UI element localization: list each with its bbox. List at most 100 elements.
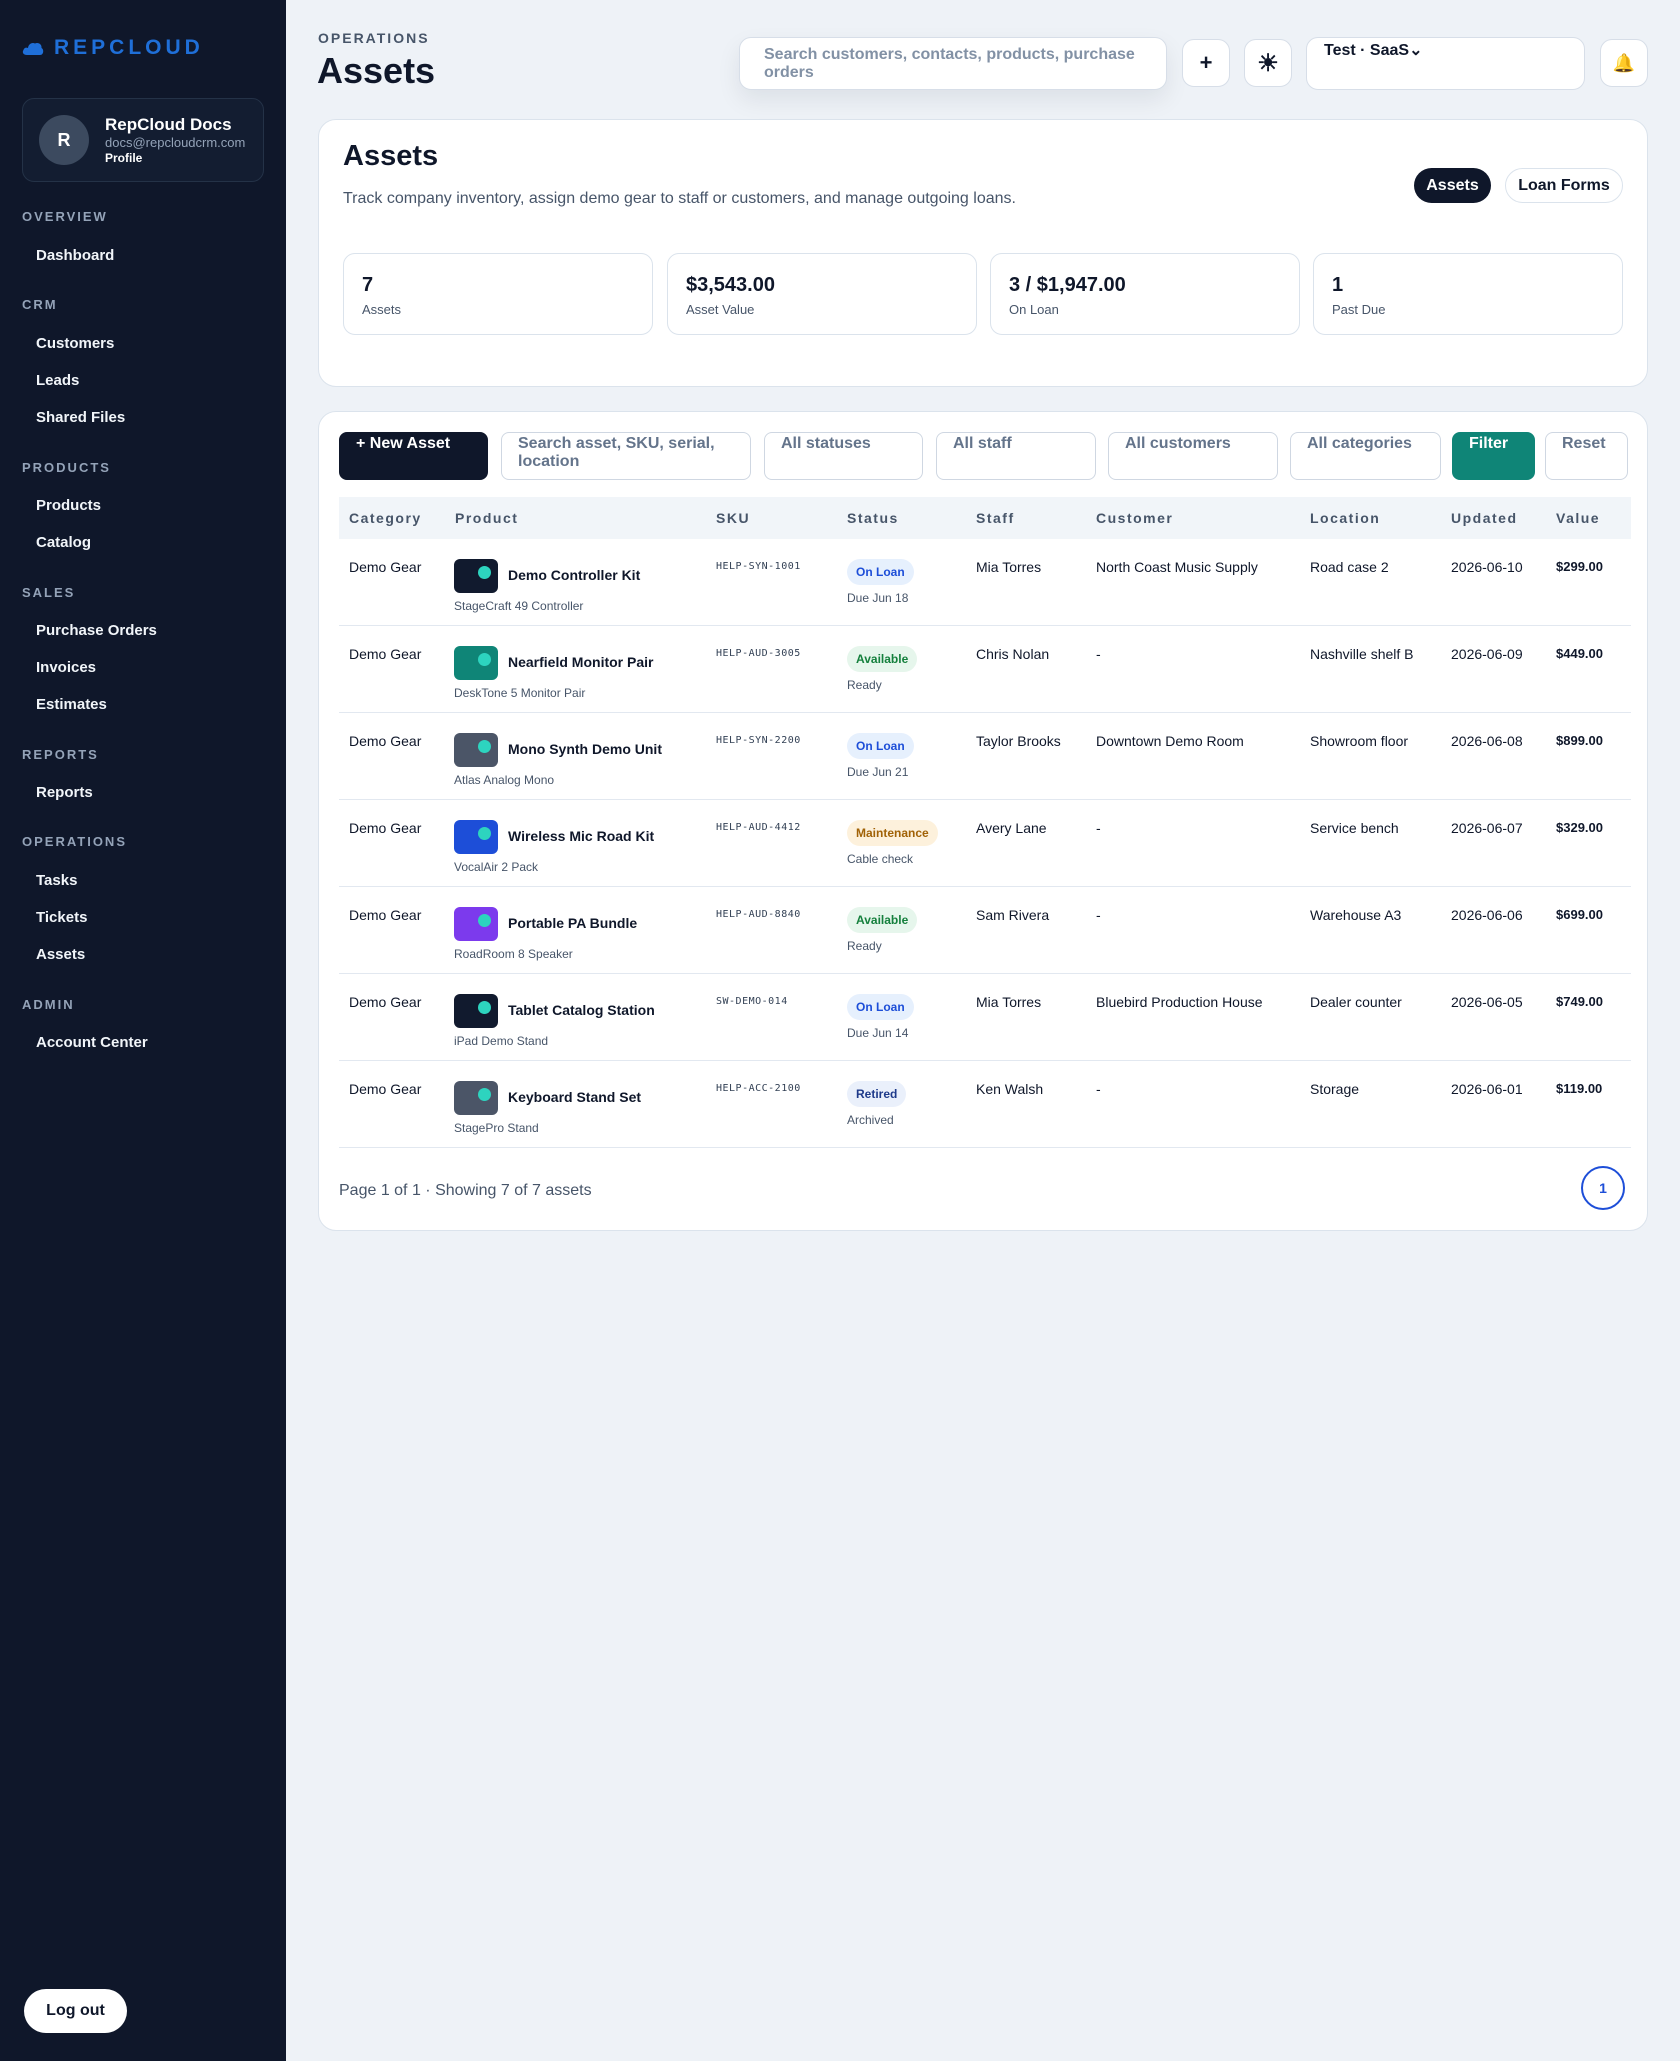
sidebar-item-dashboard[interactable]: Dashboard [36,247,114,264]
column-header-staff[interactable]: Staff [976,510,1015,526]
product-name[interactable]: Keyboard Stand Set [508,1089,641,1105]
row-sku: HELP-SYN-2200 [716,735,801,746]
customer-filter-select[interactable]: All customers [1108,432,1278,480]
row-customer: - [1096,907,1101,923]
row-customer: Downtown Demo Room [1096,733,1244,749]
status-badge: Maintenance [847,820,938,846]
reset-button[interactable]: Reset [1545,432,1628,480]
product-thumbnail [454,820,498,854]
asset-search-placeholder: Search asset, SKU, serial, location [518,435,715,470]
column-header-updated[interactable]: Updated [1451,510,1518,526]
bell-icon[interactable]: 🔔 [1600,39,1648,87]
row-sku: HELP-AUD-4412 [716,822,801,833]
row-location: Road case 2 [1310,559,1389,575]
reset-label: Reset [1562,435,1606,452]
nav-section-reports: REPORTS [22,747,99,762]
column-header-status[interactable]: Status [847,510,899,526]
row-customer: - [1096,1081,1101,1097]
product-name[interactable]: Demo Controller Kit [508,567,640,583]
stat-card-assets: 7 Assets [343,253,653,335]
column-header-category[interactable]: Category [349,510,422,526]
column-header-customer[interactable]: Customer [1096,510,1173,526]
table-row[interactable]: Demo Gear Tablet Catalog Station iPad De… [339,974,1631,1061]
profile-link[interactable]: Profile [105,151,142,165]
sidebar-item-customers[interactable]: Customers [36,335,114,352]
tab-loan-forms[interactable]: Loan Forms [1505,168,1623,203]
row-staff: Taylor Brooks [976,733,1061,749]
product-thumbnail [454,994,498,1028]
table-row[interactable]: Demo Gear Wireless Mic Road Kit VocalAir… [339,800,1631,887]
summary-card: Assets Track company inventory, assign d… [318,119,1648,387]
brand[interactable]: REPCLOUD [22,36,204,60]
column-header-sku[interactable]: SKU [716,510,750,526]
table-header: Category Product SKU Status Staff Custom… [339,497,1631,539]
product-thumbnail [454,733,498,767]
sidebar-item-reports[interactable]: Reports [36,784,93,801]
sidebar-item-invoices[interactable]: Invoices [36,659,96,676]
global-search-input[interactable]: Search customers, contacts, products, pu… [739,37,1167,90]
filter-button[interactable]: Filter [1452,432,1535,480]
stat-label: Asset Value [686,302,755,317]
sidebar-item-tasks[interactable]: Tasks [36,872,77,889]
table-row[interactable]: Demo Gear Nearfield Monitor Pair DeskTon… [339,626,1631,713]
workspace-label: Test · SaaS [1324,42,1410,59]
avatar: R [39,115,89,165]
product-name[interactable]: Wireless Mic Road Kit [508,828,654,844]
theme-toggle-icon[interactable]: ☀ [1244,39,1292,87]
row-staff: Avery Lane [976,820,1047,836]
status-filter-select[interactable]: All statuses [764,432,923,480]
stat-label: Assets [362,302,402,317]
column-header-value[interactable]: Value [1556,510,1600,526]
table-row[interactable]: Demo Gear Portable PA Bundle RoadRoom 8 … [339,887,1631,974]
row-sku: HELP-ACC-2100 [716,1083,801,1094]
category-filter-label: All categories [1307,435,1412,452]
stat-card-past-due: 1 Past Due [1313,253,1623,335]
sidebar-item-assets[interactable]: Assets [36,946,85,963]
column-header-location[interactable]: Location [1310,510,1380,526]
product-name[interactable]: Portable PA Bundle [508,915,637,931]
add-icon[interactable]: + [1182,39,1230,87]
row-updated: 2026-06-06 [1451,907,1523,923]
page-button-1[interactable]: 1 [1581,1166,1625,1210]
workspace-select[interactable]: Test · SaaS⌄ [1306,37,1585,90]
sidebar-item-estimates[interactable]: Estimates [36,696,107,713]
table-row[interactable]: Demo Gear Mono Synth Demo Unit Atlas Ana… [339,713,1631,800]
status-detail: Archived [847,1113,894,1127]
product-thumbnail [454,907,498,941]
filter-label: Filter [1469,435,1509,452]
staff-filter-label: All staff [953,435,1012,452]
tab-assets[interactable]: Assets [1414,168,1491,203]
product-name[interactable]: Mono Synth Demo Unit [508,741,662,757]
status-detail: Ready [847,939,882,953]
row-sku: HELP-AUD-8840 [716,909,801,920]
sidebar-item-leads[interactable]: Leads [36,372,79,389]
product-model: StageCraft 49 Controller [454,599,584,613]
sidebar-item-products[interactable]: Products [36,497,101,514]
sidebar-item-tickets[interactable]: Tickets [36,909,87,926]
product-name[interactable]: Tablet Catalog Station [508,1002,655,1018]
row-customer: - [1096,646,1101,662]
stat-value: 1 [1332,274,1344,296]
stat-card-asset-value: $3,543.00 Asset Value [667,253,977,335]
sidebar-item-shared-files[interactable]: Shared Files [36,409,125,426]
product-model: RoadRoom 8 Speaker [454,947,573,961]
status-badge: On Loan [847,559,914,585]
status-badge: Available [847,907,918,933]
row-category: Demo Gear [349,820,422,836]
logout-button[interactable]: Log out [24,1989,127,2033]
table-row[interactable]: Demo Gear Keyboard Stand Set StagePro St… [339,1061,1631,1148]
status-badge: Retired [847,1081,907,1107]
sidebar-item-account-center[interactable]: Account Center [36,1034,148,1051]
sidebar-item-catalog[interactable]: Catalog [36,534,91,551]
profile-card[interactable]: R RepCloud Docs docs@repcloudcrm.com Pro… [22,98,264,182]
row-staff: Chris Nolan [976,646,1050,662]
new-asset-button[interactable]: + New Asset [339,432,488,480]
row-customer: - [1096,820,1101,836]
asset-search-input[interactable]: Search asset, SKU, serial, location [501,432,751,480]
category-filter-select[interactable]: All categories [1290,432,1441,480]
table-row[interactable]: Demo Gear Demo Controller Kit StageCraft… [339,539,1631,626]
sidebar-item-purchase-orders[interactable]: Purchase Orders [36,622,157,639]
product-name[interactable]: Nearfield Monitor Pair [508,654,653,670]
staff-filter-select[interactable]: All staff [936,432,1096,480]
column-header-product[interactable]: Product [455,510,518,526]
